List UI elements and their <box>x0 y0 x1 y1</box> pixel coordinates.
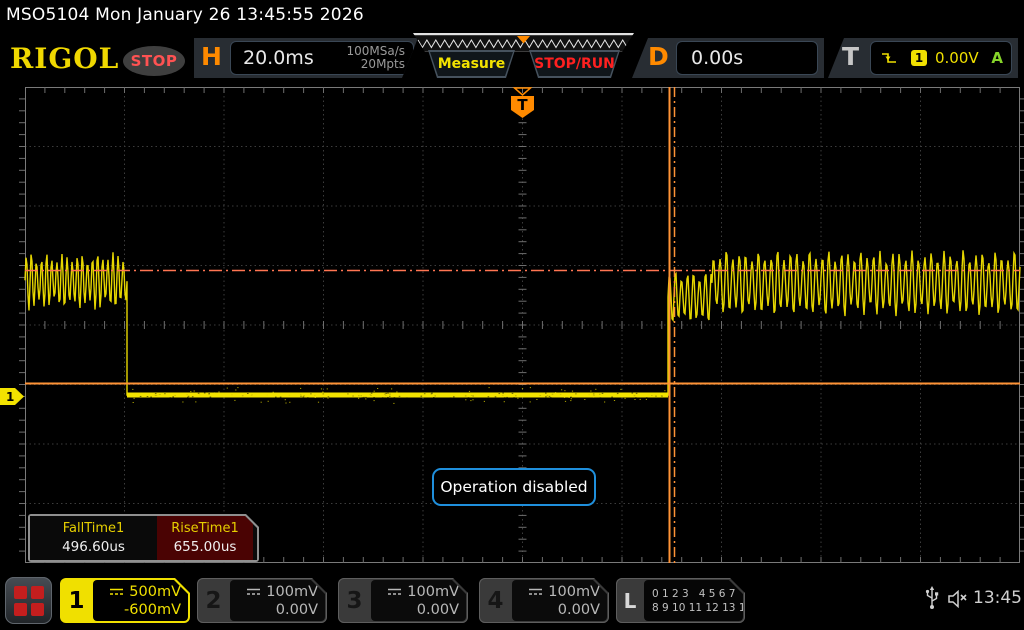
channel2-offset: 0.00V <box>276 601 318 619</box>
channel1-offset: -600mV <box>124 601 181 619</box>
svg-text:T: T <box>517 96 528 114</box>
channel4-offset: 0.00V <box>558 601 600 619</box>
measurement-name: RiseTime1 <box>171 521 239 536</box>
speaker-muted-icon <box>947 590 969 608</box>
channel3-offset: 0.00V <box>417 601 459 619</box>
message-text: Operation disabled <box>440 478 587 496</box>
logic-analyzer-button[interactable]: L 0 1 2 3 4 5 6 7 8 9 10 11 12 13 14 15 <box>616 578 745 623</box>
stop-run-button[interactable]: STOP/RUN <box>529 50 620 78</box>
channel4-number: 4 <box>479 578 512 623</box>
logic-label: L <box>616 578 644 623</box>
horizontal-panel[interactable]: H 20.0ms 100MSa/s 20Mpts <box>194 38 418 78</box>
measurement-panel: FallTime1 496.60us RiseTime1 655.00us <box>28 514 259 562</box>
logic-channels-row2: 8 9 10 11 12 13 14 15 <box>652 601 743 615</box>
horizontal-label: H <box>201 42 222 71</box>
measurement-value: 496.60us <box>62 539 125 555</box>
model-and-datetime: MSO5104 Mon January 26 13:45:55 2026 <box>6 5 364 25</box>
channel1-number: 1 <box>60 578 93 623</box>
measure-button[interactable]: Measure <box>428 50 515 78</box>
channel1-marker-label: 1 <box>6 390 14 404</box>
stop-run-button-label: STOP/RUN <box>534 56 615 72</box>
measurement-value: 655.00us <box>174 539 237 555</box>
channel3-number: 3 <box>338 578 371 623</box>
status-clock: 13:45 <box>973 588 1022 608</box>
measurement-falltime[interactable]: FallTime1 496.60us <box>30 516 157 560</box>
acquisition-info: 100MSa/s 20Mpts <box>346 45 405 71</box>
run-state-badge: STOP <box>123 46 185 76</box>
channel3-scale: 100mV <box>407 583 459 601</box>
memory-depth: 20Mpts <box>361 57 405 71</box>
rigol-logo: RIGOL <box>10 42 119 75</box>
menu-button[interactable] <box>5 577 52 624</box>
channel2-scale: 100mV <box>266 583 318 601</box>
dc-coupling-icon <box>528 587 543 597</box>
channel2-number: 2 <box>197 578 230 623</box>
trigger-sweep-mode: A <box>991 49 1003 67</box>
channel1-scale: 500mV <box>129 583 181 601</box>
waveform-overview-strip[interactable] <box>413 33 634 52</box>
channel2-button[interactable]: 2 100mV 0.00V <box>197 578 327 623</box>
channel1-position-marker[interactable]: 1 <box>0 388 24 405</box>
channel4-button[interactable]: 4 100mV 0.00V <box>479 578 609 623</box>
delay-panel[interactable]: D 0.00s <box>632 38 824 78</box>
usb-icon <box>925 586 939 610</box>
delay-label: D <box>648 42 669 71</box>
logic-channels-row1: 0 1 2 3 4 5 6 7 <box>652 587 743 601</box>
trigger-panel[interactable]: T 1 0.00V A <box>828 38 1018 78</box>
sample-rate: 100MSa/s <box>346 44 405 58</box>
delay-value: 0.00s <box>691 47 743 69</box>
measurement-name: FallTime1 <box>63 521 125 536</box>
dc-coupling-icon <box>387 587 402 597</box>
channel3-button[interactable]: 3 100mV 0.00V <box>338 578 468 623</box>
overview-waveform-thumbnail <box>413 35 634 52</box>
measurement-risetime[interactable]: RiseTime1 655.00us <box>157 516 253 560</box>
horizontal-values: 20.0ms 100MSa/s 20Mpts <box>230 41 414 75</box>
channel4-scale: 100mV <box>548 583 600 601</box>
dc-coupling-icon <box>109 587 124 597</box>
measure-button-label: Measure <box>438 56 506 72</box>
dc-coupling-icon <box>246 587 261 597</box>
message-popup: Operation disabled <box>432 468 596 506</box>
trigger-source-badge: 1 <box>911 50 927 66</box>
timebase-value: 20.0ms <box>243 47 314 69</box>
trigger-level-value: 0.00V <box>935 49 979 67</box>
channel1-button[interactable]: 1 500mV -600mV <box>60 578 190 623</box>
falling-edge-icon <box>881 51 897 65</box>
menu-grid-icon <box>14 586 44 616</box>
trigger-label: T <box>842 42 859 71</box>
